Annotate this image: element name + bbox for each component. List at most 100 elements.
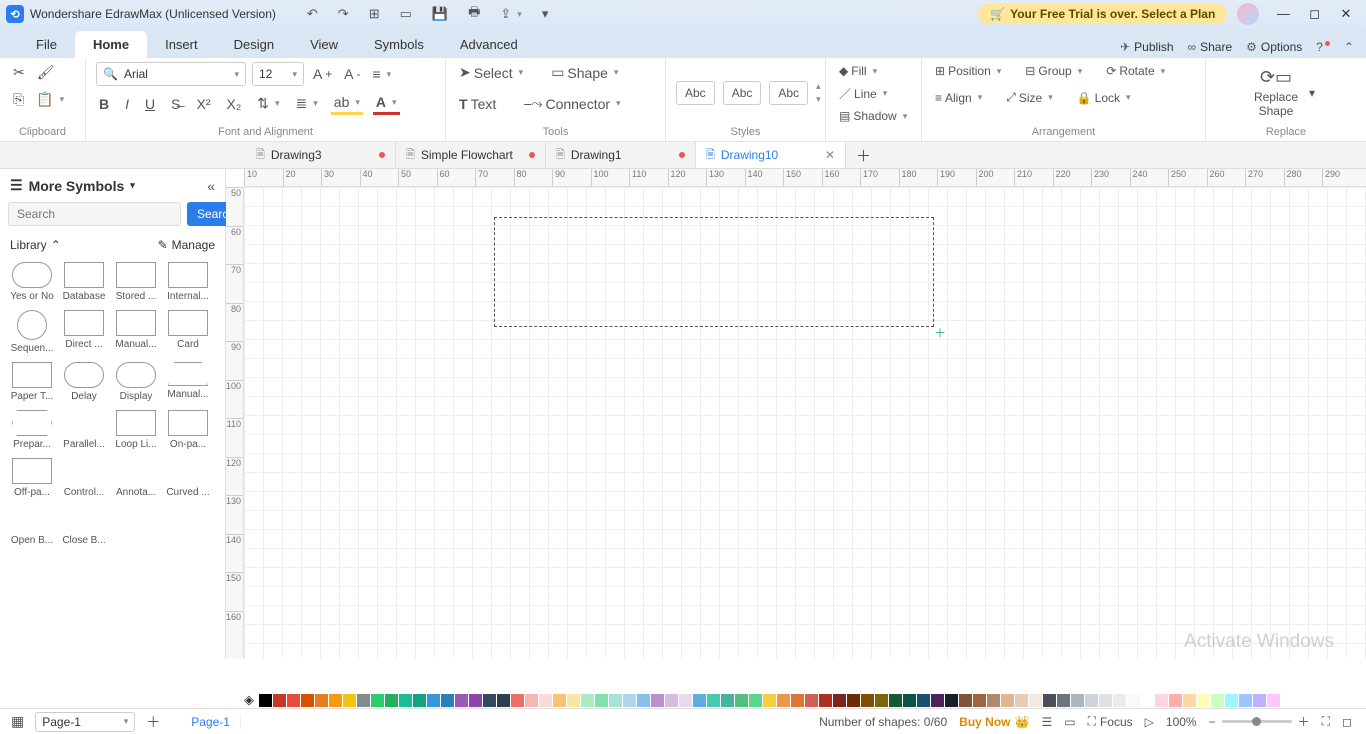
font-family-select[interactable]: 🔍Arial▾ <box>96 62 246 86</box>
color-swatch[interactable] <box>1239 694 1252 707</box>
color-swatch[interactable] <box>623 694 636 707</box>
increase-font-icon[interactable]: A+ <box>310 64 335 84</box>
shape-item[interactable]: Card <box>162 310 214 354</box>
shape-item[interactable]: Direct ... <box>58 310 110 354</box>
color-swatch[interactable] <box>1197 694 1210 707</box>
publish-button[interactable]: ✈Publish <box>1120 40 1173 54</box>
size-button[interactable]: ⤢ Size <box>1003 88 1055 107</box>
color-swatch[interactable] <box>315 694 328 707</box>
color-swatch[interactable] <box>581 694 594 707</box>
color-swatch[interactable] <box>1085 694 1098 707</box>
fill-button[interactable]: ◆ Fill <box>836 62 880 80</box>
highlight-icon[interactable]: ab <box>331 92 363 115</box>
connector-tool[interactable]: ⎯⤳ Connector <box>521 93 623 114</box>
shape-item[interactable]: Control... <box>58 458 110 498</box>
color-swatch[interactable] <box>805 694 818 707</box>
group-button[interactable]: ⊟ Group <box>1022 62 1085 80</box>
color-swatch[interactable] <box>875 694 888 707</box>
minimize-button[interactable]: — <box>1269 6 1297 21</box>
color-swatch[interactable] <box>707 694 720 707</box>
color-swatch[interactable] <box>861 694 874 707</box>
color-swatch[interactable] <box>287 694 300 707</box>
color-swatch[interactable] <box>721 694 734 707</box>
tab-file[interactable]: File <box>18 31 75 58</box>
color-swatch[interactable] <box>1225 694 1238 707</box>
copy-icon[interactable]: ⎘ <box>10 89 27 110</box>
color-swatch[interactable] <box>595 694 608 707</box>
color-swatch[interactable] <box>455 694 468 707</box>
lock-button[interactable]: 🔒 Lock <box>1074 89 1134 107</box>
shape-item[interactable]: Database <box>58 262 110 302</box>
tab-design[interactable]: Design <box>216 31 292 58</box>
new-icon[interactable]: ⊞ <box>366 4 383 24</box>
color-swatch[interactable] <box>539 694 552 707</box>
shape-item[interactable]: Delay <box>58 362 110 402</box>
zoom-level[interactable]: 100% <box>1166 715 1197 729</box>
color-swatch[interactable] <box>609 694 622 707</box>
cut-icon[interactable]: ✂ <box>10 62 28 83</box>
decrease-font-icon[interactable]: A- <box>341 64 363 84</box>
bullets-icon[interactable]: ≣ <box>293 93 321 114</box>
color-swatch[interactable] <box>1015 694 1028 707</box>
color-swatch[interactable] <box>1211 694 1224 707</box>
underline-button[interactable]: U <box>142 94 158 114</box>
color-swatch[interactable] <box>1267 694 1280 707</box>
zoom-out-button[interactable]: − <box>1209 715 1216 729</box>
color-swatch[interactable] <box>959 694 972 707</box>
options-button[interactable]: ⚙Options <box>1246 40 1302 54</box>
text-tool[interactable]: T Text <box>456 94 499 114</box>
replace-dropdown[interactable]: ▾ <box>1306 84 1318 102</box>
tab-advanced[interactable]: Advanced <box>442 31 536 58</box>
shape-item[interactable]: Annota... <box>110 458 162 498</box>
shape-item[interactable]: Yes or No <box>6 262 58 302</box>
save-icon[interactable]: 💾 <box>429 4 451 24</box>
play-icon[interactable]: ▷ <box>1145 715 1154 729</box>
color-swatch[interactable] <box>1071 694 1084 707</box>
more-symbols-button[interactable]: ☰More Symbols▾ <box>10 177 135 194</box>
style-preset-1[interactable]: Abc <box>676 81 715 105</box>
share-button[interactable]: ∞Share <box>1188 40 1233 54</box>
text-align-icon[interactable]: ≡ <box>369 64 394 84</box>
collapse-ribbon-button[interactable]: ⌃ <box>1344 40 1354 54</box>
canvas[interactable]: 1020304050607080901001101201301401501601… <box>226 169 1366 659</box>
shape-item[interactable]: Parallel... <box>58 410 110 450</box>
font-size-select[interactable]: 12▾ <box>252 62 304 86</box>
print-icon[interactable]: 🖶 <box>465 1 483 27</box>
new-tab-button[interactable]: ＋ <box>846 145 881 166</box>
color-swatch[interactable] <box>273 694 286 707</box>
shape-item[interactable]: On-pa... <box>162 410 214 450</box>
line-button[interactable]: ／ Line <box>836 83 890 104</box>
color-swatch[interactable] <box>329 694 342 707</box>
close-button[interactable]: ✕ <box>1332 6 1360 22</box>
maximize-button[interactable]: ◻ <box>1301 6 1329 22</box>
color-swatch[interactable] <box>469 694 482 707</box>
fit-page-icon[interactable]: ⛶ <box>1322 714 1330 729</box>
document-tab[interactable]: 🗎Drawing3 <box>246 142 396 168</box>
color-swatch[interactable] <box>525 694 538 707</box>
color-swatch[interactable] <box>1099 694 1112 707</box>
shape-item[interactable]: Close B... <box>58 506 110 546</box>
color-swatch[interactable] <box>1127 694 1140 707</box>
zoom-in-button[interactable]: ＋ <box>1298 713 1310 730</box>
shape-item[interactable]: Manual... <box>162 362 214 402</box>
shape-item[interactable]: Manual... <box>110 310 162 354</box>
shape-tool[interactable]: ▭ Shape <box>548 62 621 83</box>
qat-more-icon[interactable]: ▾ <box>539 4 552 24</box>
shape-item[interactable]: Paper T... <box>6 362 58 402</box>
style-gallery-more[interactable]: ▴▾ <box>816 81 821 105</box>
rotate-button[interactable]: ⟳ Rotate <box>1103 62 1168 80</box>
color-swatch[interactable] <box>1183 694 1196 707</box>
color-swatch[interactable] <box>637 694 650 707</box>
tab-insert[interactable]: Insert <box>147 31 216 58</box>
color-swatch[interactable] <box>1001 694 1014 707</box>
shadow-button[interactable]: ▤ Shadow <box>836 107 910 125</box>
color-swatch[interactable] <box>427 694 440 707</box>
color-swatch[interactable] <box>847 694 860 707</box>
symbol-search-input[interactable] <box>8 202 181 226</box>
align-button[interactable]: ≡ Align <box>932 89 985 107</box>
avatar[interactable] <box>1237 3 1259 25</box>
redo-icon[interactable]: ↷ <box>335 4 352 24</box>
shape-item[interactable]: Stored ... <box>110 262 162 302</box>
page-select[interactable]: Page-1▾ <box>35 712 135 732</box>
color-swatch[interactable] <box>413 694 426 707</box>
